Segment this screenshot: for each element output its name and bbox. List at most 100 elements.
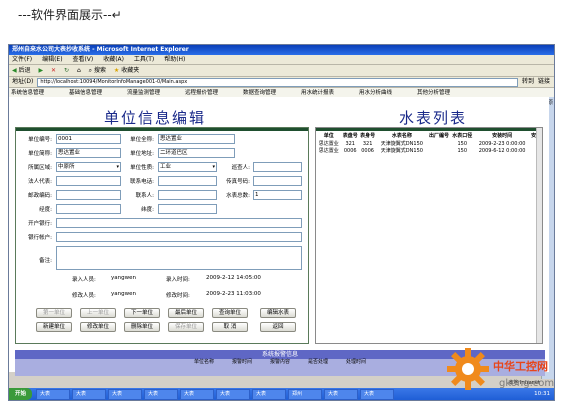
auditor-field[interactable] <box>253 162 302 172</box>
postal-field[interactable] <box>56 190 121 200</box>
unit-full-field[interactable]: 思达置业 <box>158 134 235 144</box>
forward-icon[interactable]: ▶ <box>38 67 43 74</box>
alarm-col-unit: 单位名称 <box>193 359 214 365</box>
edit-meter-button[interactable]: 编辑水表 <box>260 308 296 318</box>
legal-field[interactable] <box>56 176 121 186</box>
col-body-no[interactable]: 表身号 <box>359 131 376 140</box>
bank-field[interactable] <box>56 218 302 228</box>
modify-unit-button[interactable]: 修改单位 <box>80 322 116 332</box>
table-cell: 321 <box>345 140 355 147</box>
task-item[interactable]: 大表 <box>108 388 143 400</box>
menu-tools[interactable]: 工具(T) <box>134 56 154 63</box>
col-caliber[interactable]: 水表口径 <box>451 131 474 140</box>
home-icon[interactable]: ⌂ <box>77 67 81 74</box>
cancel-button[interactable]: 取 消 <box>212 322 248 332</box>
table-cell <box>427 140 450 147</box>
gkong-watermark: 中华工控网 gkong.com <box>445 346 563 398</box>
account-field[interactable] <box>56 232 302 242</box>
col-unit[interactable]: 单位 <box>316 131 342 140</box>
task-item[interactable]: 大表 <box>144 388 179 400</box>
entry-person-label: 录入人员: <box>72 277 96 283</box>
account-label: 银行帐户: <box>28 235 52 241</box>
task-item[interactable]: 郑州 <box>288 388 323 400</box>
last-unit-button[interactable]: 最后单位 <box>168 308 204 318</box>
remark-label: 备注: <box>39 258 52 264</box>
task-item[interactable]: 大表 <box>36 388 71 400</box>
table-cell: 2009-6-12 0:00:00 <box>478 147 526 154</box>
task-item[interactable]: 大表 <box>360 388 395 400</box>
search-button[interactable]: ⌕ 搜索 <box>89 67 106 74</box>
alarm-col-handle-time: 处理时间 <box>346 359 367 365</box>
table-scrollbar[interactable] <box>536 128 542 343</box>
table-cell: 150 <box>457 140 467 147</box>
watermark-cn: 中华工控网 <box>493 360 548 373</box>
contact-field[interactable] <box>158 190 217 200</box>
links-label[interactable]: 链接 <box>538 77 550 87</box>
unit-short-label: 单位简称: <box>28 151 52 157</box>
address-label: 地址(D) <box>12 78 34 85</box>
latitude-field[interactable] <box>158 204 217 214</box>
menu-help[interactable]: 帮助(H) <box>164 56 185 63</box>
prev-unit-button[interactable]: 上一单位 <box>80 308 116 318</box>
col-dial-no[interactable]: 表盘号 <box>342 131 359 140</box>
address-input[interactable]: http://localhost:10094/MonitorInfoManage… <box>37 77 518 87</box>
table-header-row: 单位 表盘号 表身号 水表名称 出厂编号 水表口径 安装时间 安装 <box>316 131 542 140</box>
unit-no-field[interactable]: 0001 <box>56 134 121 144</box>
query-unit-button[interactable]: 查询单位 <box>212 308 248 318</box>
nature-select[interactable]: 工业 <box>158 162 217 172</box>
task-item[interactable]: 大表 <box>324 388 359 400</box>
alarm-col-handled: 是否处理 <box>308 359 329 365</box>
new-unit-button[interactable]: 新建单位 <box>36 322 72 332</box>
menu-edit[interactable]: 编辑(E) <box>42 56 62 63</box>
delete-unit-button[interactable]: 删除单位 <box>124 322 160 332</box>
menu-view[interactable]: 查看(V) <box>72 56 93 63</box>
unit-no-label: 单位编号: <box>28 137 52 143</box>
nature-label: 单位性质: <box>130 165 154 171</box>
return-button[interactable]: 返回 <box>260 322 296 332</box>
first-unit-button[interactable]: 第一单位 <box>36 308 72 318</box>
modify-person-label: 修改人员: <box>72 293 96 299</box>
contact-phone-field[interactable] <box>158 176 217 186</box>
favorites-button[interactable]: ★ 收藏夹 <box>114 67 139 74</box>
save-unit-button[interactable]: 保存单位 <box>168 322 204 332</box>
go-button[interactable]: 转到 <box>522 77 534 87</box>
col-factory-no[interactable]: 出厂编号 <box>427 131 450 140</box>
menu-file[interactable]: 文件(F) <box>12 56 32 63</box>
belong-select[interactable]: 中原所 <box>56 162 121 172</box>
unit-addr-field[interactable]: 二环道巴区 <box>158 148 235 158</box>
meter-total-field[interactable]: 1 <box>253 190 302 200</box>
remark-textarea[interactable] <box>56 246 302 270</box>
table-cell: 思达置业 <box>318 141 339 147</box>
table-cell: 天津旋翼式DN150 <box>380 141 423 147</box>
menu-favorites[interactable]: 收藏(A) <box>103 56 124 63</box>
back-button[interactable]: ◀ 后退 <box>12 67 31 74</box>
meter-list-panel: 单位 表盘号 表身号 水表名称 出厂编号 水表口径 安装时间 安装 思达置业 3… <box>315 127 543 344</box>
unit-short-field[interactable]: 思达置业 <box>56 148 121 158</box>
legal-label: 法人代表: <box>28 179 52 185</box>
next-unit-button[interactable]: 下一单位 <box>124 308 160 318</box>
task-item[interactable]: 大表 <box>72 388 107 400</box>
unit-full-label: 单位全称: <box>130 137 154 143</box>
unit-addr-label: 单位地址: <box>130 151 154 157</box>
table-cell: 2009-2-23 0:00:00 <box>478 140 526 147</box>
task-item[interactable]: 大表 <box>252 388 287 400</box>
task-item[interactable]: 大表 <box>180 388 215 400</box>
col-meter-name[interactable]: 水表名称 <box>376 131 427 140</box>
modify-time-value: 2009-2-23 11:03:00 <box>206 291 261 297</box>
longitude-field[interactable] <box>56 204 121 214</box>
start-button[interactable]: 开始 <box>9 388 33 400</box>
window-title: 郑州自来水公司大表抄收系统 - Microsoft Internet Explo… <box>9 45 554 55</box>
col-install-time[interactable]: 安装时间 <box>474 131 531 140</box>
task-item[interactable]: 大表 <box>216 388 251 400</box>
table-row[interactable]: 思达置业 0006 0006 天津旋翼式DN150 150 2009-6-12 … <box>316 147 542 155</box>
longitude-label: 经度: <box>39 207 52 213</box>
stop-icon[interactable]: ✕ <box>51 67 56 74</box>
latitude-label: 纬度: <box>141 207 154 213</box>
fax-label: 传真号码: <box>226 179 250 185</box>
postal-label: 邮政编码: <box>28 193 52 199</box>
fax-field[interactable] <box>253 176 302 186</box>
contact-label: 联系人: <box>135 193 154 199</box>
table-row[interactable]: 思达置业 321 321 天津旋翼式DN150 150 2009-2-23 0:… <box>316 140 542 148</box>
meter-table: 单位 表盘号 表身号 水表名称 出厂编号 水表口径 安装时间 安装 思达置业 3… <box>316 131 542 154</box>
refresh-icon[interactable]: ↻ <box>64 67 69 74</box>
